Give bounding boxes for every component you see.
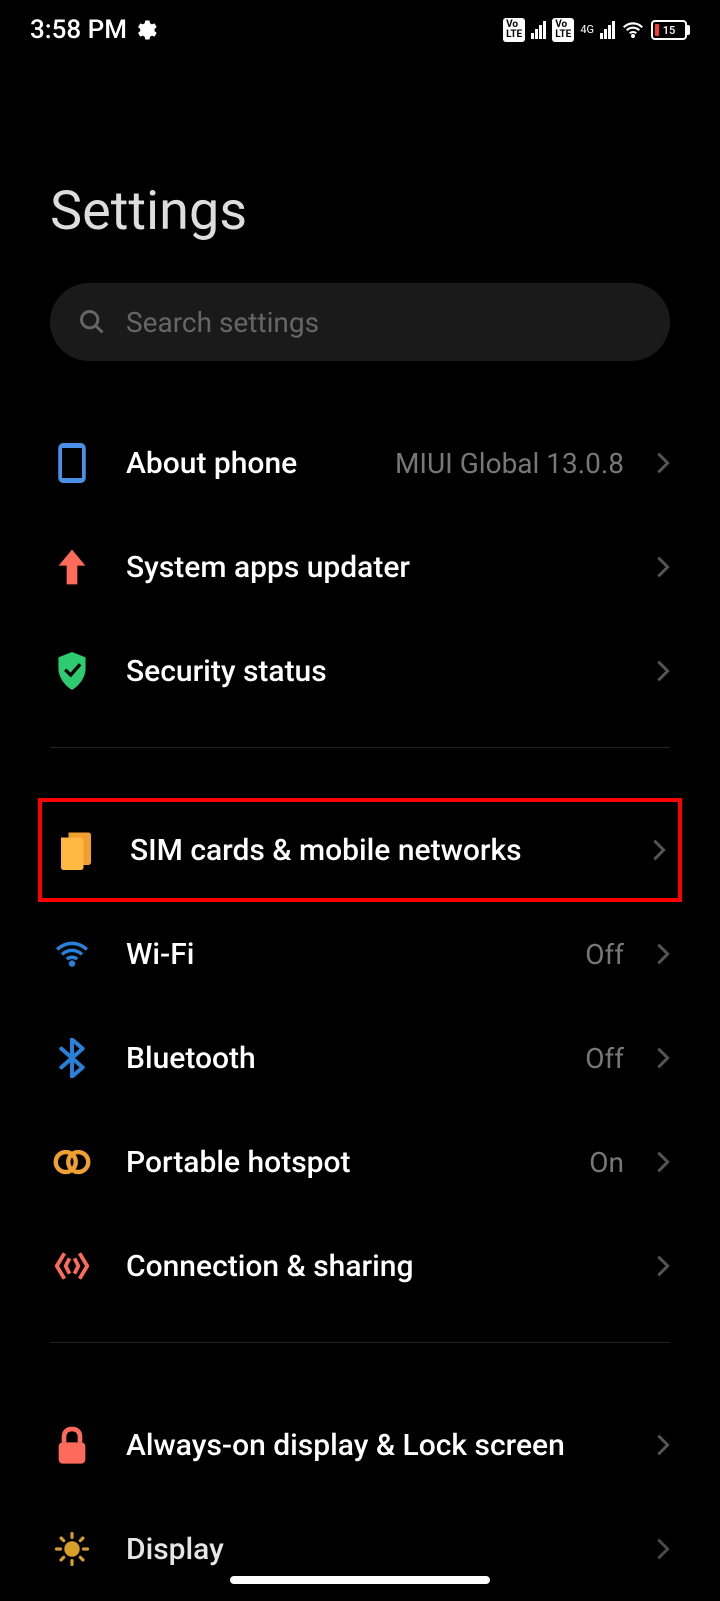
settings-item-portable-hotspot[interactable]: Portable hotspot On bbox=[50, 1110, 670, 1214]
chevron-right-icon bbox=[656, 1254, 670, 1278]
status-left: 3:58 PM bbox=[30, 15, 157, 45]
connection-icon bbox=[50, 1244, 94, 1288]
volte-icon: VoLTE bbox=[503, 18, 525, 42]
item-value: Off bbox=[585, 1042, 624, 1075]
chevron-right-icon bbox=[656, 1150, 670, 1174]
status-right: VoLTE VoLTE 4G 15 bbox=[503, 18, 690, 42]
chevron-right-icon bbox=[652, 838, 666, 862]
chevron-right-icon bbox=[656, 555, 670, 579]
settings-item-security-status[interactable]: Security status bbox=[50, 619, 670, 723]
settings-item-display[interactable]: Display bbox=[50, 1497, 670, 1601]
item-value: Off bbox=[585, 938, 624, 971]
status-bar: 3:58 PM VoLTE VoLTE 4G 15 bbox=[0, 0, 720, 60]
hotspot-icon bbox=[50, 1140, 94, 1184]
search-input[interactable]: Search settings bbox=[50, 283, 670, 361]
item-label: Bluetooth bbox=[126, 1041, 553, 1076]
arrow-up-icon bbox=[50, 545, 94, 589]
chevron-right-icon bbox=[656, 659, 670, 683]
home-indicator[interactable] bbox=[230, 1576, 490, 1584]
wifi-icon bbox=[50, 932, 94, 976]
settings-item-always-on-display[interactable]: Always-on display & Lock screen bbox=[50, 1393, 670, 1497]
item-label: About phone bbox=[126, 446, 363, 481]
gear-icon bbox=[135, 19, 157, 41]
volte-icon: VoLTE bbox=[552, 18, 574, 42]
page-header: Settings bbox=[0, 60, 720, 283]
item-label: System apps updater bbox=[126, 550, 624, 585]
wifi-icon bbox=[621, 20, 645, 40]
status-time: 3:58 PM bbox=[30, 15, 127, 45]
chevron-right-icon bbox=[656, 942, 670, 966]
item-label: SIM cards & mobile networks bbox=[130, 833, 620, 868]
divider bbox=[50, 747, 670, 748]
lock-icon bbox=[50, 1423, 94, 1467]
shield-check-icon bbox=[50, 649, 94, 693]
settings-item-connection-sharing[interactable]: Connection & sharing bbox=[50, 1214, 670, 1318]
chevron-right-icon bbox=[656, 1046, 670, 1070]
item-value: MIUI Global 13.0.8 bbox=[395, 447, 624, 480]
item-value: On bbox=[589, 1146, 624, 1179]
signal-icon bbox=[600, 21, 615, 39]
search-placeholder: Search settings bbox=[126, 306, 319, 339]
bluetooth-icon bbox=[50, 1036, 94, 1080]
item-label: Wi-Fi bbox=[126, 937, 553, 972]
chevron-right-icon bbox=[656, 1537, 670, 1561]
item-label: Display bbox=[126, 1532, 624, 1567]
page-title: Settings bbox=[50, 180, 670, 243]
item-label: Security status bbox=[126, 654, 624, 689]
item-label: Portable hotspot bbox=[126, 1145, 557, 1180]
signal-icon bbox=[531, 21, 546, 39]
chevron-right-icon bbox=[656, 451, 670, 475]
settings-item-bluetooth[interactable]: Bluetooth Off bbox=[50, 1006, 670, 1110]
item-label: Always-on display & Lock screen bbox=[126, 1426, 624, 1465]
search-icon bbox=[78, 308, 106, 336]
settings-item-about-phone[interactable]: About phone MIUI Global 13.0.8 bbox=[50, 411, 670, 515]
sim-card-icon bbox=[54, 828, 98, 872]
brightness-icon bbox=[50, 1527, 94, 1571]
settings-list: About phone MIUI Global 13.0.8 System ap… bbox=[0, 411, 720, 1601]
settings-item-sim-cards[interactable]: SIM cards & mobile networks bbox=[38, 798, 682, 902]
item-label: Connection & sharing bbox=[126, 1249, 624, 1284]
divider bbox=[50, 1342, 670, 1343]
settings-item-wifi[interactable]: Wi-Fi Off bbox=[50, 902, 670, 1006]
phone-icon bbox=[50, 441, 94, 485]
network-type-icon: 4G bbox=[580, 23, 594, 36]
battery-icon: 15 bbox=[651, 20, 690, 40]
chevron-right-icon bbox=[656, 1433, 670, 1457]
settings-item-system-apps-updater[interactable]: System apps updater bbox=[50, 515, 670, 619]
